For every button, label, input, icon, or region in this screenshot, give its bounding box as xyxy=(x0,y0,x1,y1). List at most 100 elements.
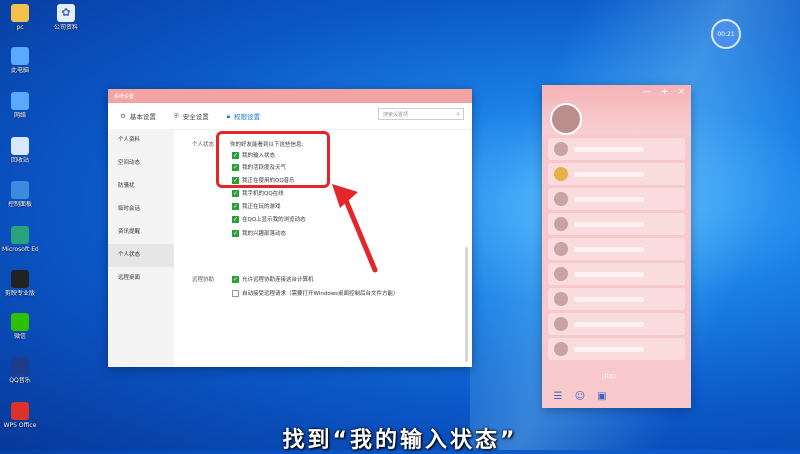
qq-header: — + × xyxy=(542,85,691,135)
blurred-text xyxy=(574,146,644,152)
search-icon: ⌕ xyxy=(456,109,460,118)
blurred-text xyxy=(574,221,644,227)
list-item[interactable] xyxy=(548,188,685,210)
desktop-icon-label: 剪映专业版 xyxy=(4,290,35,297)
tab-security-settings[interactable]: ⛨ 安全设置 xyxy=(173,111,209,122)
desktop-icon-label: pc xyxy=(16,24,24,31)
desktop-icon[interactable]: 剪映专业版 xyxy=(2,270,38,298)
qq-bottom-toolbar: ☰ ☺ ▣ xyxy=(542,384,691,408)
nav-item-temp-chat[interactable]: 临时会话 xyxy=(108,198,174,221)
red-arrow-annotation xyxy=(332,184,378,273)
contact-avatar xyxy=(554,242,568,256)
blurred-text xyxy=(574,346,644,352)
desktop-icon[interactable]: 网络 xyxy=(2,92,38,120)
qq-music-icon xyxy=(11,357,29,375)
tab-label: 安全设置 xyxy=(182,113,209,121)
floating-clock-badge[interactable]: 00:21 xyxy=(711,19,741,49)
checkbox-allow-remote[interactable]: ✓ 允许远程协助连接这台计算机 xyxy=(232,275,314,283)
desktop-icon-label: QQ音乐 xyxy=(9,377,31,384)
checkbox-tribe-activity[interactable]: ✓ 我的兴趣部落动态 xyxy=(232,229,286,237)
contact-avatar xyxy=(554,192,568,206)
list-item[interactable] xyxy=(548,213,685,235)
list-item[interactable] xyxy=(548,288,685,310)
list-item[interactable] xyxy=(548,238,685,260)
content-scrollbar[interactable] xyxy=(465,247,468,362)
nav-item-anti-harass[interactable]: 防骚扰 xyxy=(108,175,174,198)
qq-footer-text: (共享) xyxy=(602,374,616,380)
list-item[interactable] xyxy=(548,138,685,160)
nav-item-profile[interactable]: 个人资料 xyxy=(108,129,174,152)
minimize-icon[interactable]: — xyxy=(643,87,652,97)
nav-item-news[interactable]: 资讯提醒 xyxy=(108,221,174,244)
list-item[interactable] xyxy=(548,338,685,360)
list-item[interactable] xyxy=(548,163,685,185)
contact-avatar xyxy=(554,142,568,156)
desktop-icon[interactable]: pc xyxy=(2,4,38,32)
contact-avatar xyxy=(554,342,568,356)
nav-item-space[interactable]: 空间动态 xyxy=(108,152,174,175)
checkbox-auto-accept-remote[interactable]: 自动接受远程请求（需要打开Windows桌面控制后台文件方能） xyxy=(232,289,399,297)
option-label: 我手机的QQ在线 xyxy=(242,191,284,197)
desktop-icon[interactable]: Microsoft Edge xyxy=(2,226,38,254)
folder-icon xyxy=(11,4,29,22)
nav-item-personal-status[interactable]: 个人状态 xyxy=(108,244,174,267)
network-icon xyxy=(11,92,29,110)
desktop-icon[interactable]: 微信 xyxy=(2,313,38,341)
shield-icon: ⛨ xyxy=(173,111,179,120)
blurred-text xyxy=(574,321,644,327)
capcut-icon xyxy=(11,270,29,288)
checkbox-checked-icon: ✓ xyxy=(232,189,239,197)
list-item[interactable] xyxy=(548,263,685,285)
qq-window-controls: — + × xyxy=(643,87,685,97)
avatar[interactable] xyxy=(550,103,582,135)
recycle-bin-icon xyxy=(11,137,29,155)
contact-avatar xyxy=(554,167,568,181)
lock-icon: 🔒︎ xyxy=(226,111,231,120)
checkbox-playing-game[interactable]: ✓ 我正在玩的游戏 xyxy=(232,202,281,210)
checkbox-browse-activity[interactable]: ✓ 在QQ上显示我的浏览动态 xyxy=(232,215,306,223)
checkbox-checked-icon: ✓ xyxy=(232,215,239,223)
desktop-icon[interactable]: 此电脑 xyxy=(2,47,38,75)
contact-avatar xyxy=(554,267,568,281)
menu-icon[interactable]: ☰ xyxy=(552,390,564,402)
desktop-icon-label: 回收站 xyxy=(10,157,29,164)
desktop-icon-company-files[interactable]: ✿ 公司资料 xyxy=(48,4,84,32)
desktop-icon-label: 微信 xyxy=(13,333,26,340)
settings-search-input[interactable]: 搜索设置项 ⌕ xyxy=(378,108,464,120)
computer-icon xyxy=(11,47,29,65)
desktop-icon[interactable]: QQ音乐 xyxy=(2,357,38,385)
option-label: 我的兴趣部落动态 xyxy=(242,231,287,237)
file-icon[interactable]: ▣ xyxy=(596,390,608,402)
desktop-icon[interactable]: 控制面板 xyxy=(2,181,38,209)
blurred-text xyxy=(574,171,644,177)
checkbox-checked-icon: ✓ xyxy=(232,275,239,283)
desktop-icon-label: 网络 xyxy=(13,112,26,119)
tab-basic-settings[interactable]: ⚙ 基本设置 xyxy=(120,111,156,121)
nav-item-remote-desktop[interactable]: 远程桌面 xyxy=(108,267,174,290)
tab-label: 权限设置 xyxy=(234,113,261,121)
checkbox-phone-online[interactable]: ✓ 我手机的QQ在线 xyxy=(232,189,284,197)
edge-icon xyxy=(11,226,29,244)
option-label: 在QQ上显示我的浏览动态 xyxy=(242,217,306,223)
checkbox-checked-icon: ✓ xyxy=(232,229,239,237)
blurred-text xyxy=(574,196,644,202)
window-title: 系统设置 xyxy=(114,93,135,100)
contacts-icon[interactable]: ☺ xyxy=(574,390,586,402)
desktop-icon[interactable]: 回收站 xyxy=(2,137,38,165)
settings-left-nav: 个人资料 空间动态 防骚扰 临时会话 资讯提醒 个人状态 远程桌面 xyxy=(108,129,174,367)
section-label-remote: 远程协助 xyxy=(192,277,215,283)
desktop-icon-label: 此电脑 xyxy=(10,67,29,74)
blurred-text xyxy=(574,271,644,277)
section-label-status: 个人状态 xyxy=(192,142,215,148)
add-icon[interactable]: + xyxy=(661,87,669,97)
close-icon[interactable]: × xyxy=(677,87,685,97)
window-titlebar[interactable]: 系统设置 xyxy=(108,89,472,103)
list-item[interactable] xyxy=(548,313,685,335)
contact-avatar xyxy=(554,292,568,306)
contact-avatar xyxy=(554,217,568,231)
blurred-text xyxy=(574,296,644,302)
gear-icon: ⚙ xyxy=(120,112,126,120)
tab-permission-settings[interactable]: 🔒︎ 权限设置 xyxy=(226,111,261,122)
checkbox-checked-icon: ✓ xyxy=(232,202,239,210)
desktop-icon-label: 控制面板 xyxy=(7,201,32,208)
